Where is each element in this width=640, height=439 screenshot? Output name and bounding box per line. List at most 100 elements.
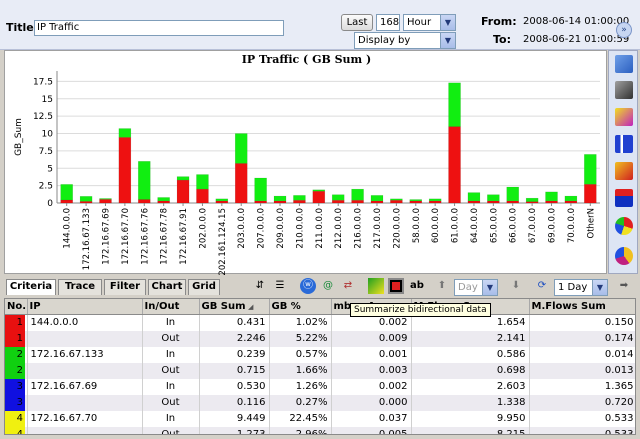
bar-out xyxy=(176,176,190,181)
series-color-swatch: 1 xyxy=(5,330,25,347)
web-icon[interactable]: ⓦ xyxy=(300,278,316,294)
table-row[interactable]: 3 172.16.67.69 In 0.530 1.26% 0.002 2.603 1.365 xyxy=(5,378,635,395)
ip-cell: 172.16.67.133 xyxy=(27,346,143,363)
3d-bar-chart-icon[interactable] xyxy=(615,108,633,126)
bar-out xyxy=(138,161,151,200)
bar-in xyxy=(157,200,170,204)
font-icon[interactable]: ab xyxy=(409,278,425,294)
area-chart-icon[interactable] xyxy=(615,81,633,99)
line-chart-icon[interactable] xyxy=(615,55,633,73)
series-color-swatch: 1 xyxy=(5,314,25,331)
tab-filter[interactable]: Filter xyxy=(104,279,146,295)
tab-grid[interactable]: Grid xyxy=(188,279,220,295)
bar-out xyxy=(215,198,229,202)
color-icon[interactable] xyxy=(388,278,404,294)
mbps-avg-cell: 0.000 xyxy=(331,394,412,411)
pie-chart-icon[interactable] xyxy=(615,217,633,235)
table-row[interactable]: 3 Out 0.116 0.27% 0.000 1.338 0.720 xyxy=(5,394,635,411)
series-color-swatch: 3 xyxy=(5,378,25,395)
x-tick-label: 172.16.67.69 xyxy=(101,208,111,265)
col-ip[interactable]: IP xyxy=(27,299,143,315)
period-unit-value: Hour xyxy=(407,17,432,28)
table-row[interactable]: 4 Out 1.273 2.96% 0.005 8.215 0.533 xyxy=(5,426,635,434)
col-gb-sum[interactable]: GB Sum ◢ xyxy=(199,299,270,315)
stacked-3d-chart-icon[interactable] xyxy=(615,162,633,180)
period-unit-select[interactable]: Hour ▼ xyxy=(403,14,456,31)
day-filter-select[interactable]: Day ▼ xyxy=(454,279,498,296)
bar-out xyxy=(79,196,93,202)
col-mflows-sum[interactable]: M.Flows Sum xyxy=(529,299,635,315)
bar-in xyxy=(331,199,345,204)
y-tick-label: 0 xyxy=(47,199,53,209)
bar-in xyxy=(196,188,209,204)
direction-cell: Out xyxy=(142,362,200,379)
email-icon[interactable]: @ xyxy=(320,278,336,294)
stacked-bar-chart-icon[interactable] xyxy=(615,189,633,207)
bar-out xyxy=(564,195,578,202)
mbps-avg-cell: 0.009 xyxy=(331,330,412,347)
gb-pct-cell: 0.27% xyxy=(269,394,332,411)
last-count-input[interactable]: 168 xyxy=(376,14,400,31)
ip-cell xyxy=(27,362,143,379)
summarize-icon[interactable]: ⇄ xyxy=(340,278,356,294)
bar-chart-icon[interactable] xyxy=(615,135,633,153)
bar-in xyxy=(293,199,306,204)
gb-sum-cell: 2.246 xyxy=(199,330,270,347)
bar-out xyxy=(584,154,597,185)
table-row[interactable]: 4 172.16.67.70 In 9.449 22.45% 0.037 9.950 0.53… xyxy=(5,410,635,427)
col-gb-pct[interactable]: GB % xyxy=(269,299,332,315)
table-row[interactable]: 1 Out 2.246 5.22% 0.009 2.141 0.174 xyxy=(5,330,635,347)
title-input[interactable]: IP Traffic xyxy=(34,20,284,36)
x-tick-label: 203.0.0.0 xyxy=(237,208,247,249)
summarize-tooltip: Summarize bidirectional data xyxy=(350,303,491,317)
data-grid: No. IP In/Out GB Sum ◢ GB % mbps Avg M.F… xyxy=(4,298,636,435)
bar-in xyxy=(428,200,442,204)
table-row[interactable]: 1 144.0.0.0 In 0.431 1.02% 0.002 1.654 0.150 xyxy=(5,314,635,331)
interval-select[interactable]: 1 Day ▼ xyxy=(554,279,608,296)
col-no[interactable]: No. xyxy=(5,299,28,315)
gb-sum-cell: 0.715 xyxy=(199,362,270,379)
x-tick-label: 202.0.0.0 xyxy=(198,208,208,249)
tab-chart[interactable]: Chart xyxy=(148,279,186,295)
x-tick-label: 172.16.67.70 xyxy=(121,208,131,265)
export-icon[interactable] xyxy=(368,278,384,294)
refresh-icon[interactable]: ⟳ xyxy=(534,278,550,294)
mbps-avg-cell: 0.003 xyxy=(331,362,412,379)
bar-in xyxy=(467,200,481,204)
next-arrow-icon[interactable]: ➡ xyxy=(616,278,632,294)
bar-in xyxy=(409,200,423,204)
table-row[interactable]: 2 Out 0.715 1.66% 0.003 0.698 0.013 xyxy=(5,362,635,379)
flows-sum-cell: 2.603 xyxy=(411,378,530,395)
3d-pie-chart-icon[interactable] xyxy=(615,247,633,265)
display-by-select[interactable]: Display by ▼ xyxy=(354,32,456,49)
row-number-cell: 1 xyxy=(5,330,28,347)
bar-out xyxy=(428,198,442,202)
ip-cell: 144.0.0.0 xyxy=(27,314,143,331)
sort-icon[interactable]: ⇵ xyxy=(252,278,268,294)
x-tick-label: 172.16.67.78 xyxy=(160,208,170,265)
last-button[interactable]: Last xyxy=(341,14,373,31)
filter-rows-icon[interactable]: ☰ xyxy=(272,278,288,294)
collapse-icon[interactable]: » xyxy=(616,22,632,38)
col-direction[interactable]: In/Out xyxy=(142,299,200,315)
mflows-sum-cell: 0.150 xyxy=(529,314,635,331)
flows-sum-cell: 2.141 xyxy=(411,330,530,347)
bar-out xyxy=(196,174,209,190)
bar-in xyxy=(79,201,93,204)
bar-in xyxy=(448,126,461,204)
table-row[interactable]: 2 172.16.67.133 In 0.239 0.57% 0.001 0.586 0.01… xyxy=(5,346,635,363)
arrow-down-icon[interactable]: ⬇ xyxy=(508,278,524,294)
bar-in xyxy=(390,199,403,204)
bar-out xyxy=(331,194,345,201)
mbps-avg-cell: 0.002 xyxy=(331,378,412,395)
row-number-cell: 3 xyxy=(5,394,28,411)
bar-out xyxy=(234,133,248,164)
tab-criteria[interactable]: Criteria xyxy=(6,279,56,295)
bar-in xyxy=(234,163,248,204)
tab-trace[interactable]: Trace xyxy=(58,279,102,295)
chevron-down-icon: ▼ xyxy=(440,33,455,48)
gb-pct-cell: 0.57% xyxy=(269,346,332,363)
arrow-up-icon[interactable]: ⬆ xyxy=(434,278,450,294)
mflows-sum-cell: 0.720 xyxy=(529,394,635,411)
direction-cell: Out xyxy=(142,330,200,347)
